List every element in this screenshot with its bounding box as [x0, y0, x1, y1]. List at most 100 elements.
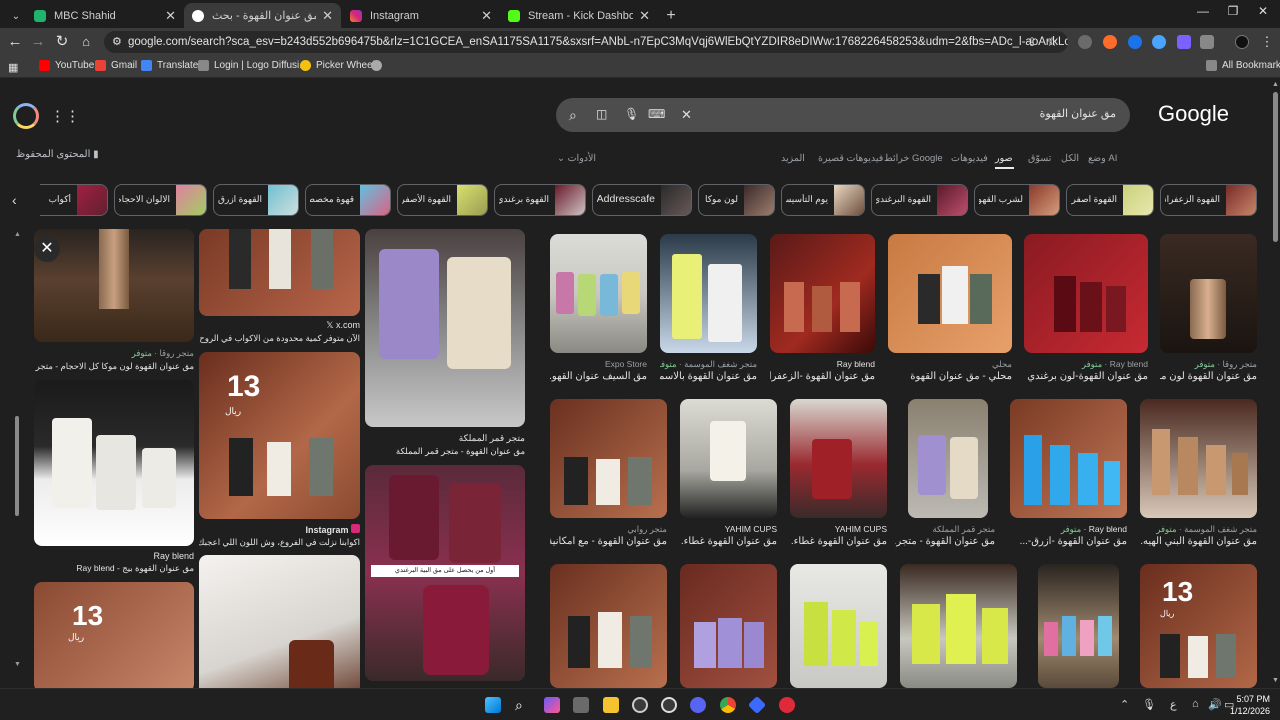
image-result[interactable] — [790, 564, 887, 688]
tab-instagram[interactable]: Instagram ✕ — [342, 3, 500, 28]
bookmark-translate[interactable]: Translate — [141, 60, 198, 71]
image-result[interactable]: أول من يحصل على مق البية البرغندي — [365, 465, 525, 681]
more-menu-icon[interactable]: ⋮ — [1257, 32, 1277, 52]
tab-search-button[interactable]: ⌄ — [6, 4, 26, 29]
extension-icon[interactable] — [1078, 35, 1092, 49]
chip[interactable]: القهوة ازرق — [213, 184, 299, 216]
chip[interactable]: القهوة الزعفراني — [1160, 184, 1257, 216]
bookmark-picker-wheel[interactable]: Picker Wheel — [300, 60, 375, 71]
filter-short-videos[interactable]: فيديوهات قصيرة — [818, 153, 883, 164]
chip[interactable]: قهوة مخصصة — [305, 184, 391, 216]
image-result[interactable] — [790, 399, 887, 518]
image-result[interactable] — [1024, 234, 1148, 353]
filter-maps[interactable]: خرائط Google — [884, 153, 943, 164]
volume-icon[interactable]: 🔊 — [1208, 698, 1222, 711]
filter-more[interactable]: المزيد — [781, 153, 805, 164]
reload-icon[interactable]: ↻ — [52, 32, 72, 52]
scroll-up-icon[interactable]: ▲ — [1272, 81, 1279, 88]
result-title[interactable]: مق عنوان القهوة-لون برغندي ... — [1024, 371, 1148, 382]
chevron-up-icon[interactable]: ⌃ — [1120, 698, 1129, 711]
chip[interactable]: يوم التأسيس — [781, 184, 865, 216]
bookmark-logo-diffusion[interactable]: Login | Logo Diffusi... — [198, 60, 308, 71]
image-result[interactable] — [680, 564, 777, 688]
filter-ai-mode[interactable]: وضع AI — [1088, 153, 1117, 164]
new-tab-button[interactable]: + — [660, 3, 682, 28]
image-result[interactable]: 13 ريال — [1140, 564, 1257, 688]
image-result[interactable] — [680, 399, 777, 518]
close-icon[interactable]: ✕ — [165, 8, 176, 24]
result-title[interactable]: مق عنوان القهوة لون موكا كل الاحجام - مت… — [34, 361, 194, 372]
tools-button[interactable]: ⌄ الأدوات — [557, 153, 596, 164]
image-result[interactable] — [888, 234, 1012, 353]
chip[interactable]: الالوان الاحجام — [114, 184, 207, 216]
forward-icon[interactable]: → — [28, 32, 48, 52]
copilot-icon[interactable] — [544, 697, 560, 713]
address-bar[interactable]: ⚙ google.com/search?sca_esv=b243d552b696… — [104, 31, 1068, 53]
bookmark-star-icon[interactable]: ☆ — [1042, 32, 1062, 52]
extension-icon[interactable] — [1103, 35, 1117, 49]
account-avatar[interactable] — [13, 103, 39, 129]
extension-icon[interactable] — [1177, 35, 1191, 49]
start-icon[interactable] — [485, 697, 501, 713]
close-preview-button[interactable]: ✕ — [34, 236, 60, 262]
restore-icon[interactable]: ❐ — [1218, 4, 1248, 18]
image-result[interactable] — [660, 234, 757, 353]
close-icon[interactable]: ✕ — [481, 8, 492, 24]
back-icon[interactable]: ← — [5, 32, 25, 52]
chip[interactable]: القهوة اصفر — [1066, 184, 1154, 216]
filter-shopping[interactable]: تسوّق — [1028, 153, 1051, 164]
result-title[interactable]: مق عنوان القهوة - متجر... — [895, 536, 995, 547]
camera-lens-icon[interactable]: ◫ — [596, 107, 607, 121]
result-title[interactable]: مق عنوان القهوة بالاسم... — [660, 371, 757, 382]
site-info-icon[interactable]: ⚙ — [112, 35, 122, 48]
image-result[interactable] — [34, 380, 194, 546]
result-title[interactable]: مق عنوان القهوة بيج - Ray blend — [34, 563, 194, 574]
image-result[interactable] — [770, 234, 875, 353]
tab-mbc-shahid[interactable]: MBC Shahid ✕ — [26, 3, 184, 28]
tab-google-search[interactable]: مق عنوان القهوة - بحث Google ✕ — [184, 3, 341, 28]
image-result[interactable] — [199, 555, 360, 688]
minimize-icon[interactable]: — — [1188, 4, 1218, 18]
task-view-icon[interactable] — [573, 697, 589, 713]
extension-icon[interactable] — [1128, 35, 1142, 49]
keyboard-icon[interactable]: ⌨ — [648, 107, 665, 121]
clock[interactable]: 5:07 PM 1/12/2026 — [1230, 693, 1270, 717]
image-result[interactable] — [199, 229, 360, 316]
result-title[interactable]: مق السيف عنوان القهو... — [550, 371, 647, 382]
search-box[interactable]: ⌕ ◫ 🎙 ⌨ ✕ مق عنوان القهوة — [556, 98, 1130, 132]
result-title[interactable]: الآن متوفر كمية محدودة من الاكواب في الر… — [199, 333, 360, 344]
scroll-up-icon[interactable]: ▲ — [14, 231, 21, 238]
image-result[interactable] — [1010, 399, 1127, 518]
result-title[interactable]: مق عنوان القهوة -ازرق-... — [1010, 536, 1127, 547]
image-result[interactable] — [908, 399, 988, 518]
search-input[interactable]: مق عنوان القهوة — [1040, 107, 1116, 120]
image-result[interactable] — [900, 564, 1017, 688]
scroll-down-icon[interactable]: ▼ — [1272, 677, 1279, 684]
result-title[interactable]: مق عنوان القهوة البني الهيه... — [1140, 536, 1257, 547]
search-icon[interactable]: ⌕ — [515, 697, 531, 713]
result-title[interactable]: مق عنوان القهوة لون موكا ... — [1160, 371, 1257, 382]
search-icon[interactable]: ⌕ — [569, 107, 577, 124]
result-title[interactable]: اكوابنا نزلت في الفروع، وش اللون اللي اع… — [199, 537, 360, 548]
close-icon[interactable]: ✕ — [639, 8, 650, 24]
chip[interactable]: القهوة البرغندي — [871, 184, 968, 216]
app-icon[interactable] — [632, 697, 648, 713]
bookmark-globe[interactable] — [371, 60, 387, 71]
microphone-icon[interactable]: 🎙 — [624, 107, 639, 121]
google-apps-icon[interactable]: ⋮⋮ — [50, 107, 80, 125]
file-explorer-icon[interactable] — [603, 697, 619, 713]
puzzle-icon[interactable] — [1200, 35, 1214, 49]
result-title[interactable]: مق عنوان القهوة -الزعفرا... — [770, 371, 875, 382]
result-title[interactable]: مق عنوان القهوة - مع امكانية... — [550, 536, 667, 547]
apps-icon[interactable]: ▦ — [8, 61, 18, 74]
home-icon[interactable]: ⌂ — [76, 32, 96, 52]
chip[interactable]: القهوة برغندي — [494, 184, 586, 216]
chrome-icon[interactable] — [720, 697, 736, 713]
profile-avatar[interactable] — [1235, 35, 1249, 49]
filter-images[interactable]: صور — [995, 153, 1013, 164]
bookmark-youtube[interactable]: YouTube — [39, 60, 94, 71]
all-bookmarks[interactable]: All Bookmarks — [1206, 60, 1280, 71]
media-player-icon[interactable] — [779, 697, 795, 713]
page-scroll-thumb[interactable] — [1273, 92, 1278, 242]
steam-icon[interactable] — [661, 697, 677, 713]
